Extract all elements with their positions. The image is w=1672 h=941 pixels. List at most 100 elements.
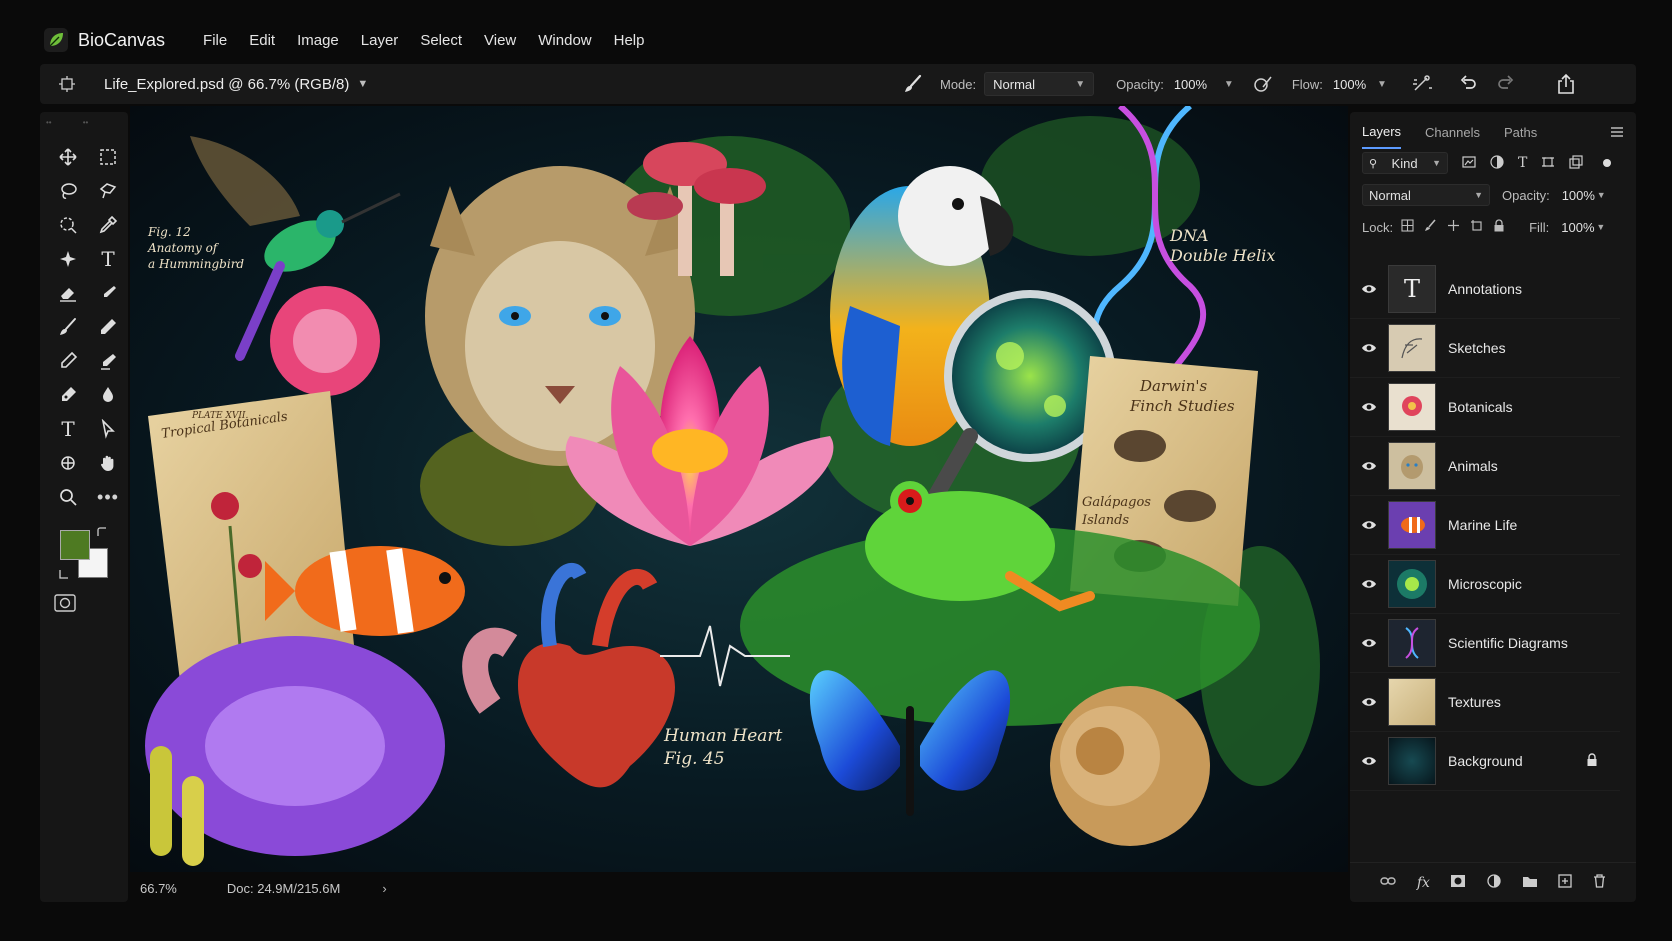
layer-row-microscopic[interactable]: Microscopic xyxy=(1350,555,1620,614)
color-replace-tool-icon[interactable] xyxy=(50,348,86,374)
menu-select[interactable]: Select xyxy=(420,32,462,49)
foreground-color-swatch[interactable] xyxy=(60,530,90,560)
delete-layer-icon[interactable] xyxy=(1593,874,1606,891)
filter-kind-select[interactable]: ⚲ Kind ▼ xyxy=(1362,152,1448,174)
quick-selection-tool-icon[interactable] xyxy=(50,212,86,238)
pressure-opacity-icon[interactable] xyxy=(1250,71,1276,97)
menu-help[interactable]: Help xyxy=(614,32,645,49)
visibility-eye-icon[interactable] xyxy=(1350,756,1388,766)
layer-row-botanicals[interactable]: Botanicals xyxy=(1350,378,1620,437)
layer-row-background[interactable]: Background xyxy=(1350,732,1620,791)
visibility-eye-icon[interactable] xyxy=(1350,697,1388,707)
blend-mode-select[interactable]: Normal ▼ xyxy=(1362,184,1490,206)
menu-window[interactable]: Window xyxy=(538,32,591,49)
mode-select[interactable]: Normal ▼ xyxy=(984,72,1095,96)
layer-name: Animals xyxy=(1448,458,1498,474)
artboard-icon[interactable] xyxy=(54,71,80,97)
move-tool-icon[interactable] xyxy=(50,144,86,170)
tab-layers[interactable]: Layers xyxy=(1362,124,1402,149)
marquee-tool-icon[interactable] xyxy=(90,144,126,170)
collage-artwork: Fig. 12 Anatomy of a Hummingbird DNA Dou… xyxy=(145,106,1320,866)
type-tool-icon[interactable]: T xyxy=(50,416,86,442)
clone-stamp-tool-icon[interactable] xyxy=(90,348,126,374)
lock-paint-icon[interactable] xyxy=(1424,219,1437,235)
fill-select[interactable]: 100% ▼ xyxy=(1555,216,1611,238)
layer-row-sketches[interactable]: Sketches xyxy=(1350,319,1620,378)
panel-grip-icon[interactable]: •• •• xyxy=(46,118,88,127)
chevron-right-icon[interactable]: › xyxy=(382,881,386,896)
menu-file[interactable]: File xyxy=(203,32,227,49)
opacity-select[interactable]: 100% ▼ xyxy=(1172,72,1236,96)
menu-image[interactable]: Image xyxy=(297,32,339,49)
path-selection-tool-icon[interactable] xyxy=(90,416,126,442)
redo-icon[interactable] xyxy=(1493,71,1519,97)
anno-dna-1: DNA xyxy=(1169,226,1208,245)
brush-tool-icon[interactable] xyxy=(50,314,86,340)
visibility-eye-icon[interactable] xyxy=(1350,284,1388,294)
visibility-eye-icon[interactable] xyxy=(1350,343,1388,353)
airbrush-icon[interactable] xyxy=(1409,71,1435,97)
lock-position-icon[interactable] xyxy=(1447,219,1460,235)
filter-smart-object-icon[interactable] xyxy=(1569,154,1583,172)
hand-tool-icon[interactable] xyxy=(90,450,126,476)
zoom-level[interactable]: 66.7% xyxy=(140,881,177,896)
document-canvas[interactable]: Fig. 12 Anatomy of a Hummingbird DNA Dou… xyxy=(130,106,1348,872)
zoom-tool-icon[interactable] xyxy=(50,484,86,510)
share-icon[interactable] xyxy=(1553,71,1579,97)
lasso-tool-icon[interactable] xyxy=(50,178,86,204)
visibility-eye-icon[interactable] xyxy=(1350,402,1388,412)
layer-name: Marine Life xyxy=(1448,517,1518,533)
healing-tool-icon[interactable] xyxy=(50,246,86,272)
swap-colors-icon[interactable] xyxy=(96,526,108,541)
visibility-eye-icon[interactable] xyxy=(1350,638,1388,648)
new-group-icon[interactable] xyxy=(1522,875,1538,891)
visibility-eye-icon[interactable] xyxy=(1350,579,1388,589)
layer-row-textures[interactable]: Textures xyxy=(1350,673,1620,732)
eyedropper-tool-icon[interactable] xyxy=(90,212,126,238)
filter-toggle-icon[interactable] xyxy=(1603,159,1612,167)
layer-row-annotations[interactable]: T Annotations xyxy=(1350,260,1620,319)
layer-row-animals[interactable]: Animals xyxy=(1350,437,1620,496)
lock-pixels-icon[interactable] xyxy=(1401,219,1414,235)
brush-icon[interactable] xyxy=(900,71,926,97)
default-colors-icon[interactable] xyxy=(58,568,70,583)
menu-view[interactable]: View xyxy=(484,32,516,49)
filter-shape-icon[interactable] xyxy=(1541,155,1555,172)
add-mask-icon[interactable] xyxy=(1450,874,1466,891)
panel-menu-icon[interactable] xyxy=(1610,126,1624,141)
lock-icon[interactable] xyxy=(1586,752,1598,770)
pen-tool-icon[interactable] xyxy=(50,382,86,408)
type-tool-small-icon[interactable]: T xyxy=(90,246,126,272)
layer-opacity-select[interactable]: 100% ▼ xyxy=(1556,184,1612,206)
lock-artboard-icon[interactable] xyxy=(1470,219,1483,235)
new-layer-icon[interactable] xyxy=(1558,874,1572,891)
eraser-tool-icon[interactable] xyxy=(50,280,86,306)
more-tools-icon[interactable]: ••• xyxy=(90,484,126,510)
layer-row-marine-life[interactable]: Marine Life xyxy=(1350,496,1620,555)
smudge-tool-icon[interactable] xyxy=(90,280,126,306)
menu-edit[interactable]: Edit xyxy=(249,32,275,49)
chevron-down-icon[interactable]: ▼ xyxy=(357,78,368,90)
link-layers-icon[interactable] xyxy=(1380,875,1396,890)
filter-type-icon[interactable]: T xyxy=(1518,155,1527,171)
fx-icon[interactable]: fx xyxy=(1417,875,1430,891)
visibility-eye-icon[interactable] xyxy=(1350,461,1388,471)
filter-adjustment-icon[interactable] xyxy=(1490,154,1504,172)
visibility-eye-icon[interactable] xyxy=(1350,520,1388,530)
tab-channels[interactable]: Channels xyxy=(1425,125,1480,148)
document-title[interactable]: Life_Explored.psd @ 66.7% (RGB/8) xyxy=(104,76,349,93)
rotate-view-tool-icon[interactable] xyxy=(50,450,86,476)
tab-paths[interactable]: Paths xyxy=(1504,125,1537,148)
flow-select[interactable]: 100% ▼ xyxy=(1331,72,1389,96)
filter-pixel-icon[interactable] xyxy=(1462,155,1476,172)
polygonal-lasso-tool-icon[interactable] xyxy=(90,178,126,204)
chevron-down-icon: ▼ xyxy=(1376,78,1387,90)
pencil-tool-icon[interactable] xyxy=(90,314,126,340)
adjustment-layer-icon[interactable] xyxy=(1487,874,1501,891)
undo-icon[interactable] xyxy=(1455,71,1481,97)
menu-layer[interactable]: Layer xyxy=(361,32,399,49)
paint-bucket-tool-icon[interactable] xyxy=(90,382,126,408)
quick-mask-icon[interactable] xyxy=(54,594,76,615)
layer-row-scientific-diagrams[interactable]: Scientific Diagrams xyxy=(1350,614,1620,673)
lock-all-icon[interactable] xyxy=(1493,219,1505,235)
